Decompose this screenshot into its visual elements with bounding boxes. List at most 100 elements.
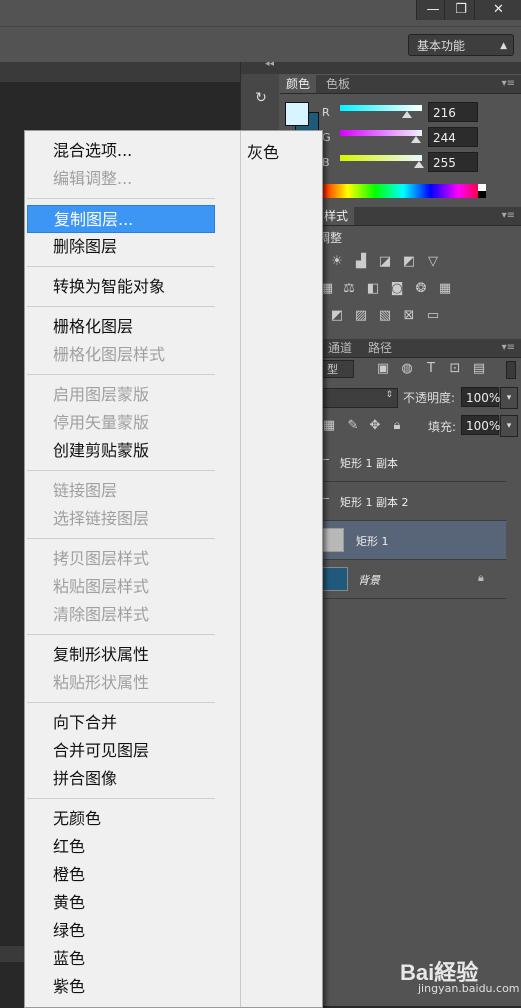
menu-item[interactable]: 复制形状属性: [27, 641, 215, 669]
workspace-select[interactable]: 基本功能 ▲: [408, 34, 514, 56]
menu-separator: [27, 798, 215, 799]
filter-toggle[interactable]: [506, 361, 516, 379]
menu-item[interactable]: 橙色: [27, 861, 215, 889]
tab-channels[interactable]: 通道: [322, 339, 358, 357]
layer-row-selected[interactable]: 矩形 1: [320, 521, 506, 560]
layer-thumbnail: [320, 528, 344, 552]
fill-value[interactable]: 100%: [461, 415, 500, 435]
menu-separator: [27, 470, 215, 471]
kind-filter-label: 型: [327, 363, 338, 376]
menu-item[interactable]: 黄色: [27, 889, 215, 917]
adjust-filter-icon[interactable]: ◍: [398, 361, 416, 377]
bw-icon[interactable]: ◧: [364, 281, 382, 297]
value-g[interactable]: 244: [428, 127, 478, 147]
selective-color-icon[interactable]: ⊠: [400, 308, 418, 324]
layer-name[interactable]: 矩形 1 副本 2: [340, 494, 409, 510]
menu-separator: [27, 306, 215, 307]
posterize-icon[interactable]: ▨: [352, 308, 370, 324]
layer-thumbnail: [320, 567, 348, 591]
panel-menu-icon[interactable]: ▾≡: [502, 339, 515, 357]
menu-item[interactable]: 合并可见图层: [27, 737, 215, 765]
workspace-label: 基本功能: [417, 39, 466, 53]
menu-item: 编辑调整...: [53, 169, 133, 188]
menu-item[interactable]: 紫色: [27, 973, 215, 1001]
photo-filter-icon[interactable]: ◙: [388, 281, 406, 297]
invert-icon[interactable]: ◩: [328, 308, 346, 324]
menu-item[interactable]: 混合选项...: [27, 137, 215, 165]
menu-item[interactable]: 转换为智能对象: [27, 273, 215, 301]
menu-separator: [27, 538, 215, 539]
channel-label-g: G: [322, 131, 331, 144]
menu-item[interactable]: 复制图层...: [27, 205, 215, 233]
fill-dropdown-icon[interactable]: ▾: [500, 415, 518, 437]
opacity-dropdown-icon[interactable]: ▾: [500, 387, 518, 409]
collapse-icon[interactable]: ◂◂: [265, 59, 274, 69]
opacity-value[interactable]: 100%: [461, 387, 500, 407]
tab-styles[interactable]: 样式: [318, 207, 355, 225]
value-b[interactable]: 255: [428, 152, 478, 172]
kind-filter-select[interactable]: 型: [320, 360, 354, 378]
close-button[interactable]: ✕: [474, 0, 521, 20]
slider-g-thumb[interactable]: [410, 136, 421, 143]
menu-item[interactable]: 红色: [27, 833, 215, 861]
tab-paths[interactable]: 路径: [362, 339, 398, 357]
balance-icon[interactable]: ⚖: [340, 281, 358, 297]
menu-separator: [27, 634, 215, 635]
menu-item: 链接图层: [53, 481, 118, 500]
tab-swatches[interactable]: 色板: [320, 75, 356, 93]
menu-item[interactable]: 删除图层: [27, 233, 215, 261]
curves-icon[interactable]: ◪: [376, 254, 394, 270]
layer-row[interactable]: 背景 🔒︎: [320, 560, 506, 599]
layer-name[interactable]: 矩形 1 副本: [340, 455, 398, 471]
restore-button[interactable]: ❐: [444, 0, 477, 20]
shape-filter-icon[interactable]: ⊡: [446, 361, 464, 377]
menu-item: 栅格化图层样式: [53, 345, 166, 364]
menu-separator: [27, 198, 215, 199]
layer-name[interactable]: 矩形 1: [356, 533, 389, 549]
slider-b[interactable]: [340, 155, 422, 161]
tab-color[interactable]: 颜色: [280, 75, 317, 93]
pixel-filter-icon[interactable]: ▣: [374, 361, 392, 377]
menu-item[interactable]: 绿色: [27, 917, 215, 945]
slider-b-thumb[interactable]: [414, 161, 424, 168]
menu-item-gray[interactable]: 灰色: [247, 139, 279, 163]
slider-r-thumb[interactable]: [402, 111, 413, 118]
dock-collapse-bar[interactable]: ◂◂: [241, 59, 521, 74]
menu-item[interactable]: 向下合并: [27, 709, 215, 737]
menu-item[interactable]: 拼合图像: [27, 765, 215, 793]
menu-item[interactable]: 创建剪贴蒙版: [27, 437, 215, 465]
panel-menu-icon[interactable]: ▾≡: [502, 75, 515, 93]
exposure-icon[interactable]: ◩: [400, 254, 418, 270]
lookup-icon[interactable]: ▦: [436, 281, 454, 297]
menu-separator: [27, 374, 215, 375]
vibrance-icon[interactable]: ▽: [424, 254, 442, 270]
blend-mode-select[interactable]: ⇕: [320, 388, 398, 408]
lock-position-icon[interactable]: ✥: [366, 418, 384, 434]
panel-menu-icon[interactable]: ▾≡: [502, 207, 515, 225]
menu-column-divider: [240, 131, 241, 1007]
levels-icon[interactable]: ▟: [352, 254, 370, 270]
channel-mixer-icon[interactable]: ❂: [412, 281, 430, 297]
menu-item[interactable]: 蓝色: [27, 945, 215, 973]
brightness-icon[interactable]: ☀: [328, 254, 346, 270]
lock-image-icon[interactable]: ✎: [344, 418, 362, 434]
lock-all-icon[interactable]: 🔒︎: [388, 418, 406, 434]
layer-row[interactable]: ⌐ 矩形 1 副本 2: [320, 482, 506, 521]
black-white-ramp[interactable]: [478, 184, 486, 198]
layer-name[interactable]: 背景: [358, 572, 380, 588]
type-filter-icon[interactable]: T: [422, 361, 440, 377]
threshold-icon[interactable]: ▧: [376, 308, 394, 324]
smart-filter-icon[interactable]: ▤: [470, 361, 488, 377]
lock-icon: 🔒︎: [478, 571, 484, 584]
document-tab-bar: [0, 62, 240, 82]
slider-g[interactable]: [340, 130, 422, 136]
history-icon[interactable]: ↻: [250, 87, 272, 109]
menu-separator: [27, 702, 215, 703]
value-r[interactable]: 216: [428, 102, 478, 122]
color-spectrum[interactable]: [320, 184, 486, 198]
layer-row[interactable]: ⌐ 矩形 1 副本: [320, 443, 506, 482]
menu-item[interactable]: 无颜色: [27, 805, 215, 833]
menu-item[interactable]: 栅格化图层: [27, 313, 215, 341]
gradient-map-icon[interactable]: ▭: [424, 308, 442, 324]
foreground-color-swatch[interactable]: [285, 102, 309, 126]
